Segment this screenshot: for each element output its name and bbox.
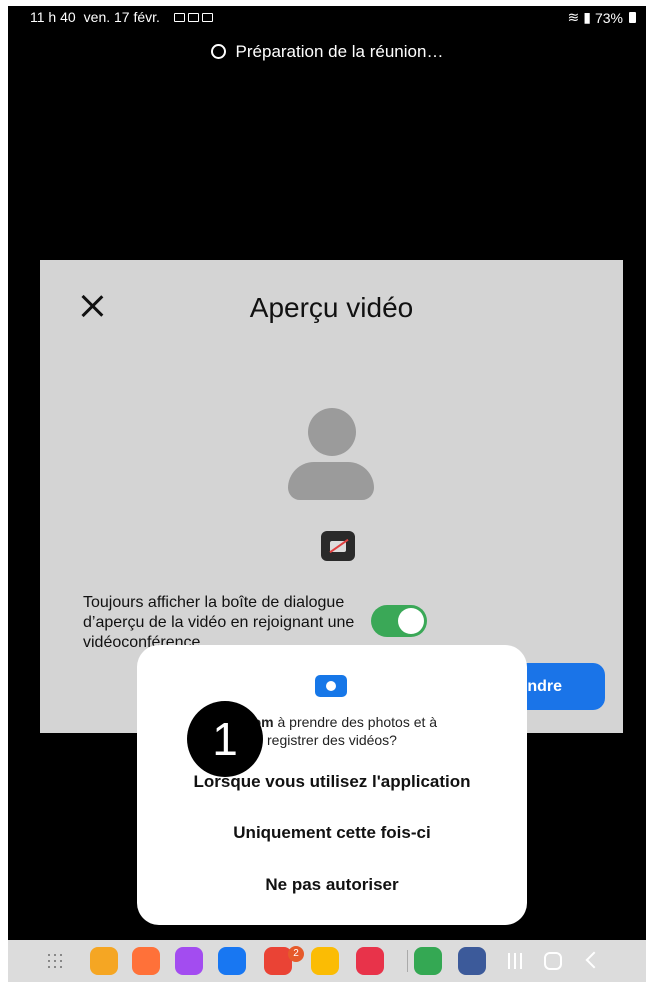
always-show-preview-toggle[interactable] — [371, 605, 427, 637]
phone-screen: 11 h 40 ven. 17 févr. ≋ ▮ 73% Préparatio… — [8, 6, 646, 982]
taskbar-divider — [407, 950, 408, 972]
toggle-knob — [398, 608, 424, 634]
preparing-text: Préparation de la réunion… — [235, 42, 444, 61]
mail-notification-icon — [187, 12, 199, 22]
avatar-placeholder-icon — [288, 408, 378, 504]
recent-apps-icon[interactable] — [508, 953, 522, 969]
status-time: 11 h 40 — [30, 9, 76, 25]
photos-app-icon[interactable] — [311, 947, 339, 975]
files-app-icon[interactable] — [90, 947, 118, 975]
play-store-app-icon[interactable] — [414, 947, 442, 975]
loading-spinner-icon — [210, 44, 226, 59]
battery-icon — [629, 12, 636, 23]
video-notification-icon — [201, 12, 213, 22]
app-drawer-icon[interactable] — [48, 954, 62, 968]
screen-recorder-app-icon[interactable] — [356, 947, 384, 975]
camera-icon — [315, 675, 347, 697]
dialog-title: Aperçu vidéo — [249, 292, 414, 323]
signal-icon: ▮ — [583, 9, 591, 25]
wifi-icon: ≋ — [567, 9, 580, 25]
status-bar: 11 h 40 ven. 17 févr. ≋ ▮ 73% — [8, 6, 646, 28]
back-icon[interactable] — [585, 951, 603, 969]
taskbar — [8, 940, 646, 982]
preparing-meeting-status: Préparation de la réunion… — [8, 42, 646, 62]
gmail-notification-badge: 2 — [288, 946, 304, 962]
camera-permission-dialog: Auoom à prendre des photos et à registre… — [137, 645, 527, 925]
messenger-app-icon[interactable] — [175, 947, 203, 975]
allow-once-button[interactable]: Uniquement cette fois-ci — [137, 823, 527, 843]
step-number-badge: 1 — [187, 701, 263, 777]
firefox-app-icon[interactable] — [132, 947, 160, 975]
always-show-preview-label: Toujours afficher la boîte de dialogue d… — [83, 594, 355, 651]
deny-button[interactable]: Ne pas autoriser — [137, 875, 527, 895]
settings-app-icon[interactable] — [458, 947, 486, 975]
home-icon[interactable] — [544, 952, 562, 970]
facebook-app-icon[interactable] — [218, 947, 246, 975]
gallery-notification-icon — [173, 12, 185, 22]
allow-while-using-button[interactable]: Lorsque vous utilisez l'application — [137, 772, 527, 792]
battery-level: 73% — [594, 9, 623, 26]
status-date: ven. 17 févr. — [83, 9, 160, 25]
camera-off-icon[interactable] — [321, 531, 355, 561]
